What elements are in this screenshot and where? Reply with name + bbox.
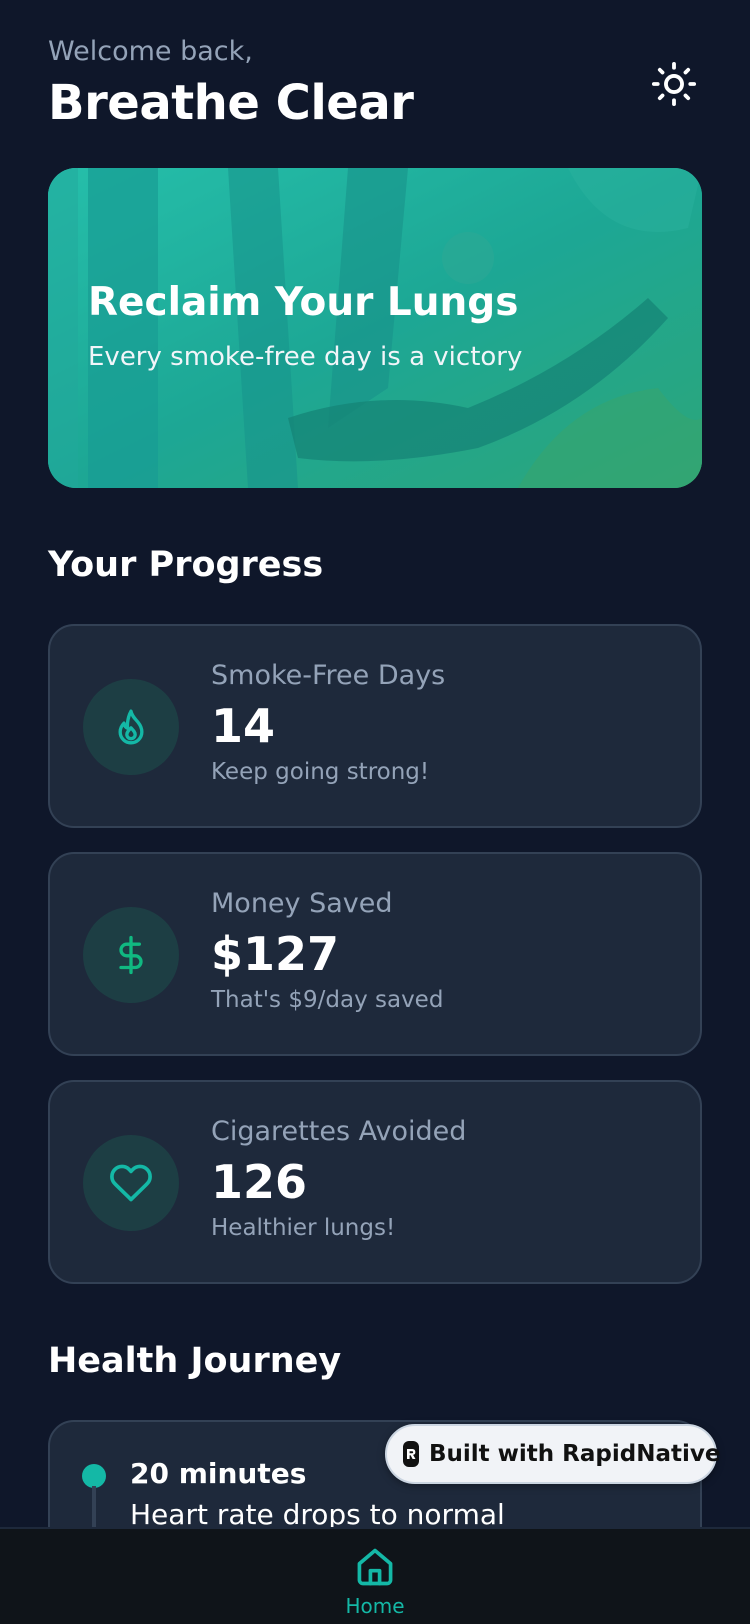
stat-text: Cigarettes Avoided 126 Healthier lungs!: [211, 1114, 466, 1244]
built-with-badge[interactable]: Built with RapidNative: [385, 1424, 721, 1484]
hero-title: Reclaim Your Lungs: [88, 280, 519, 325]
journey-section-title: Health Journey: [48, 1341, 342, 1381]
dollar-icon: [119, 935, 143, 975]
stat-value: 126: [211, 1155, 308, 1209]
heart-icon: [110, 1164, 152, 1202]
hero-banner: Reclaim Your Lungs Every smoke-free day …: [48, 168, 702, 488]
nav-label-home: Home: [345, 1594, 405, 1618]
stat-note: That's $9/day saved: [211, 987, 444, 1013]
hero-subtitle: Every smoke-free day is a victory: [88, 342, 523, 372]
flame-icon: [118, 709, 144, 745]
badge-label: Built with RapidNative: [429, 1441, 721, 1467]
timeline-dot: [82, 1464, 106, 1488]
bottom-navigation: Home: [0, 1527, 750, 1624]
stat-label: Money Saved: [211, 888, 393, 919]
home-screen: Welcome back, Breathe Clear Reclaim Your…: [0, 0, 750, 1624]
stat-note: Keep going strong!: [211, 759, 430, 785]
stat-value: 14: [211, 699, 276, 753]
stat-label: Cigarettes Avoided: [211, 1116, 467, 1147]
milestone-time: 20 minutes: [130, 1457, 307, 1490]
stat-text: Smoke-Free Days 14 Keep going strong!: [211, 658, 445, 788]
stat-card-smoke-free-days[interactable]: Smoke-Free Days 14 Keep going strong!: [48, 624, 702, 828]
stat-note: Healthier lungs!: [211, 1215, 396, 1241]
progress-section-title: Your Progress: [48, 545, 324, 585]
stat-icon-badge: [83, 679, 179, 775]
stat-icon-badge: [83, 1135, 179, 1231]
welcome-text: Welcome back,: [48, 36, 253, 67]
rapidnative-logo-icon: [403, 1441, 419, 1467]
nav-item-home[interactable]: Home: [325, 1529, 425, 1624]
header: Welcome back, Breathe Clear: [48, 34, 702, 134]
theme-toggle-button[interactable]: [646, 56, 702, 112]
stat-value: $127: [211, 927, 340, 981]
stat-card-money-saved[interactable]: Money Saved $127 That's $9/day saved: [48, 852, 702, 1056]
home-icon: [357, 1548, 393, 1586]
sun-icon: [651, 61, 697, 107]
stat-icon-badge: [83, 907, 179, 1003]
app-title: Breathe Clear: [48, 75, 414, 131]
stat-label: Smoke-Free Days: [211, 660, 446, 691]
hero-text: Reclaim Your Lungs Every smoke-free day …: [88, 278, 662, 374]
stat-text: Money Saved $127 That's $9/day saved: [211, 886, 443, 1016]
stat-card-cigarettes-avoided[interactable]: Cigarettes Avoided 126 Healthier lungs!: [48, 1080, 702, 1284]
